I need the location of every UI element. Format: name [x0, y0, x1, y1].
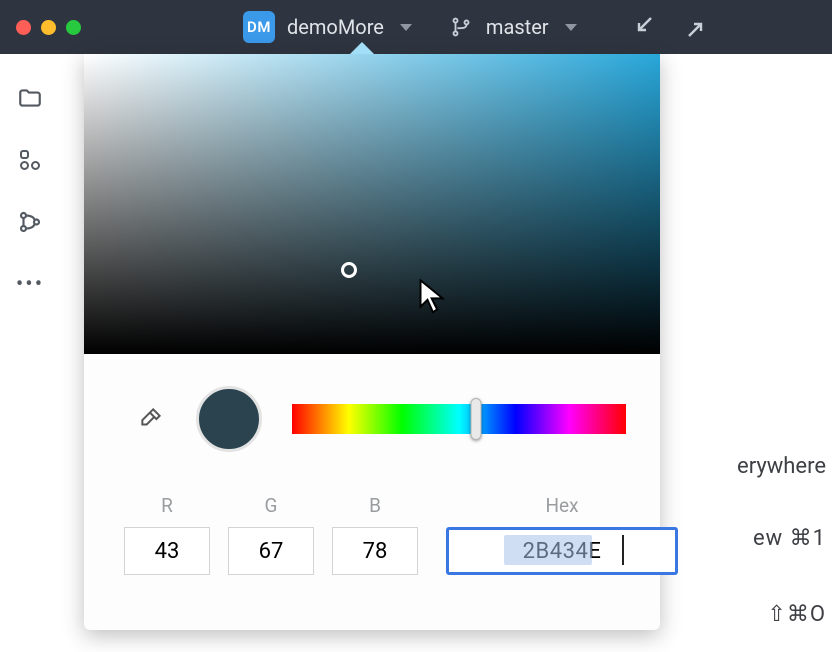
vcs-push-icon[interactable]: [685, 14, 711, 40]
welcome-text-fragment: erywhere: [737, 454, 826, 479]
git-branch-icon: [448, 14, 474, 40]
b-input[interactable]: [332, 527, 418, 575]
project-selector[interactable]: DM demoMore: [243, 11, 412, 43]
saturation-cursor[interactable]: [341, 262, 357, 278]
window-minimize-button[interactable]: [41, 20, 56, 35]
more-tool-icon[interactable]: •••: [16, 270, 44, 298]
left-tool-sidebar: •••: [0, 54, 60, 652]
window-traffic-lights: [16, 20, 81, 35]
chevron-down-icon: [565, 24, 577, 31]
hex-input[interactable]: [446, 527, 678, 575]
branch-selector[interactable]: master: [448, 14, 577, 40]
g-input[interactable]: [228, 527, 314, 575]
g-label: G: [265, 494, 278, 517]
project-badge: DM: [243, 11, 275, 43]
saturation-brightness-area[interactable]: [84, 54, 660, 354]
title-bar: DM demoMore master: [0, 0, 832, 54]
eyedropper-button[interactable]: [138, 405, 166, 433]
b-label: B: [369, 494, 381, 517]
welcome-text-fragment: ⇧⌘O: [767, 602, 826, 627]
chevron-down-icon: [400, 24, 412, 31]
hue-slider-thumb[interactable]: [470, 398, 481, 440]
project-name: demoMore: [287, 15, 384, 39]
welcome-text-fragment: ew ⌘1: [753, 526, 826, 551]
current-color-swatch: [196, 386, 262, 452]
mouse-cursor-icon: [419, 279, 447, 315]
r-input[interactable]: [124, 527, 210, 575]
project-tool-icon[interactable]: [16, 84, 44, 112]
hex-label: Hex: [545, 494, 578, 517]
hue-slider[interactable]: [292, 404, 626, 434]
branch-name: master: [486, 15, 549, 39]
window-zoom-button[interactable]: [66, 20, 81, 35]
vcs-update-icon[interactable]: [629, 14, 655, 40]
text-caret: [622, 535, 624, 565]
window-close-button[interactable]: [16, 20, 31, 35]
vcs-tool-icon[interactable]: [16, 208, 44, 236]
color-picker-popover: R G B Hex: [84, 54, 660, 630]
structure-tool-icon[interactable]: [16, 146, 44, 174]
r-label: R: [161, 494, 173, 517]
